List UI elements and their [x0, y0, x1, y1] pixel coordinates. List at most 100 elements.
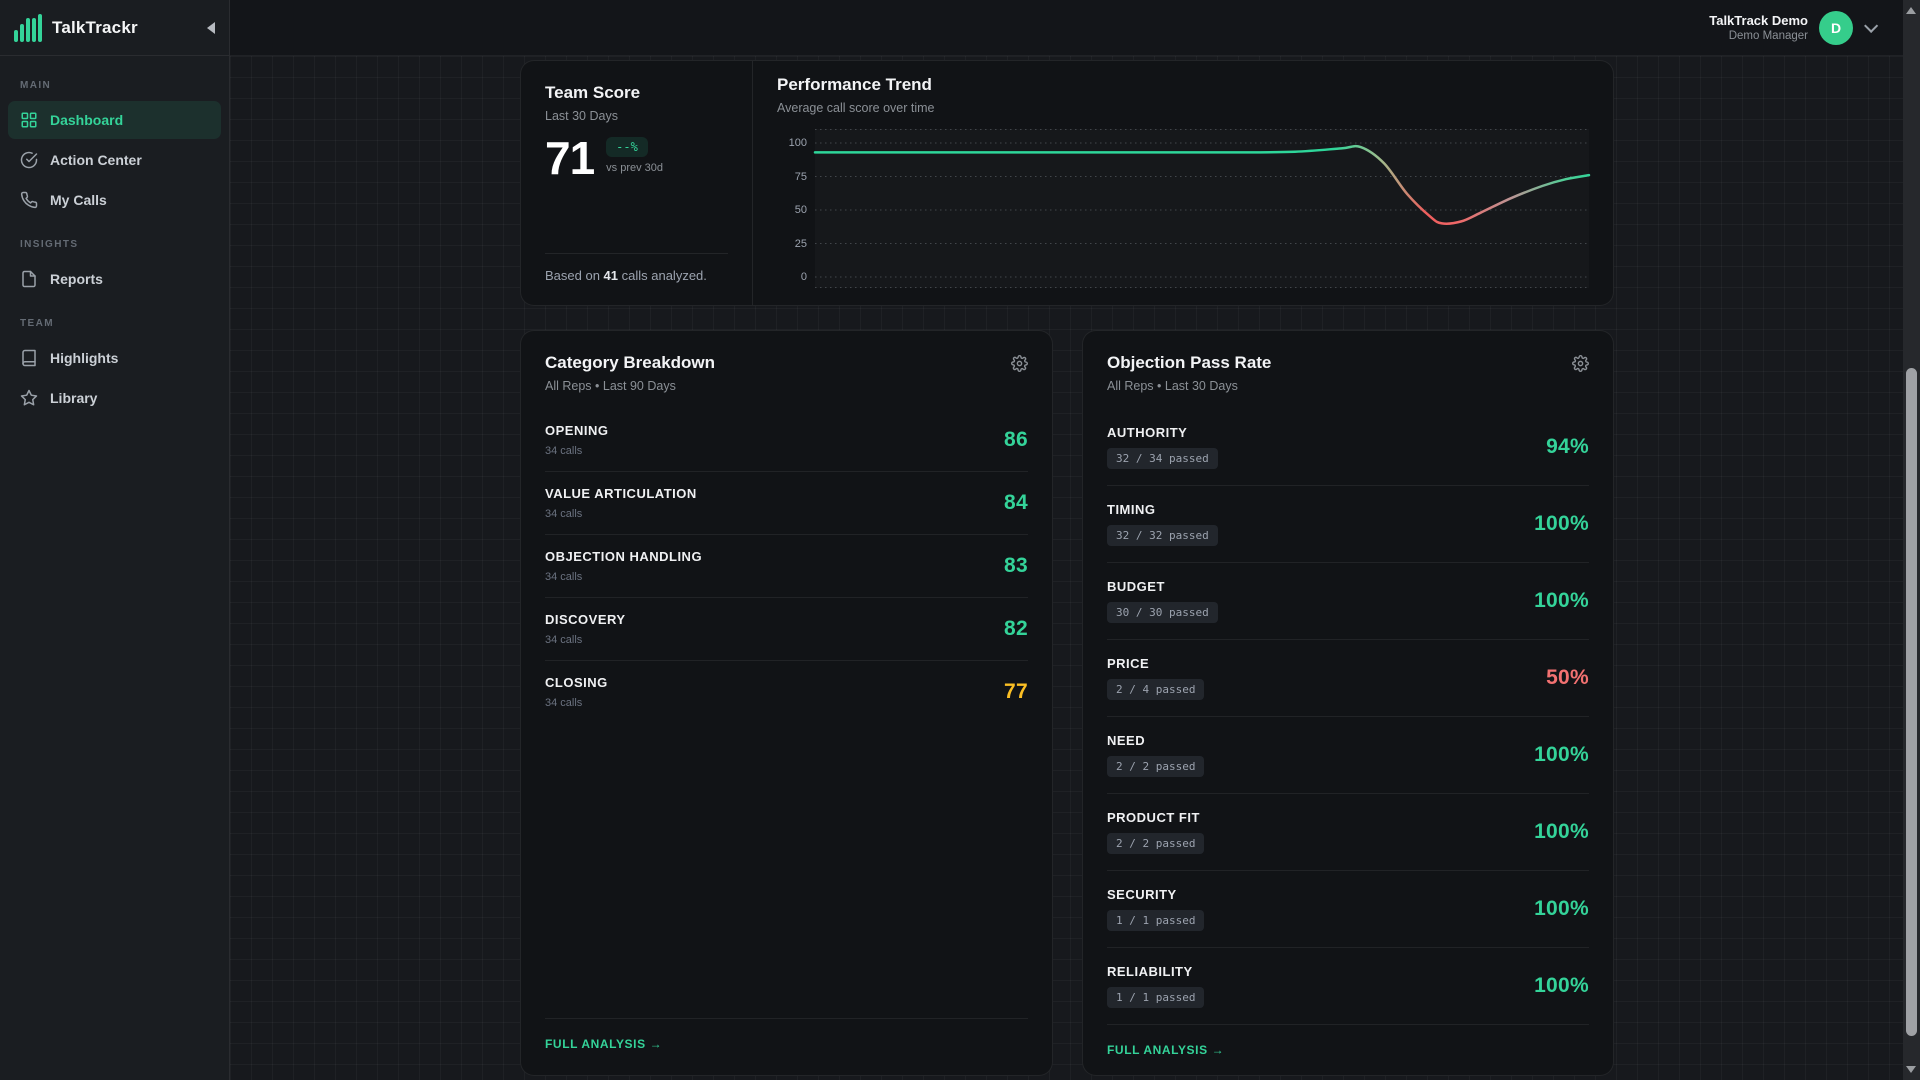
nav-section-insights: INSIGHTS — [0, 229, 229, 258]
objection-passed-badge: 1 / 1 passed — [1107, 987, 1204, 1008]
objection-passed-badge: 32 / 34 passed — [1107, 448, 1218, 469]
talktrackr-logo-icon — [14, 14, 42, 42]
user-name: TalkTrack Demo — [1709, 13, 1808, 29]
objection-label: RELIABILITY — [1107, 964, 1204, 979]
team-score-value: 71 — [545, 135, 594, 181]
category-label: VALUE ARTICULATION — [545, 486, 697, 501]
settings-gear-icon[interactable] — [1572, 355, 1589, 377]
delta-badge: --% — [606, 137, 648, 157]
objection-row: AUTHORITY 32 / 34 passed 94% — [1107, 409, 1589, 486]
category-score: 86 — [1004, 428, 1028, 452]
performance-trend-title: Performance Trend — [777, 75, 1589, 95]
sidebar-item-dashboard[interactable]: Dashboard — [8, 101, 221, 139]
sidebar: TalkTrackr MAIN Dashboard Action Center … — [0, 0, 230, 1080]
objection-passed-badge: 1 / 1 passed — [1107, 910, 1204, 931]
objection-passed-badge: 2 / 2 passed — [1107, 833, 1204, 854]
check-circle-icon — [20, 151, 38, 169]
objection-percentage: 100% — [1534, 512, 1589, 536]
objection-percentage: 100% — [1534, 897, 1589, 921]
objection-percentage: 100% — [1534, 589, 1589, 613]
objection-label: PRICE — [1107, 656, 1204, 671]
objection-row: BUDGET 30 / 30 passed 100% — [1107, 563, 1589, 640]
objection-row: PRODUCT FIT 2 / 2 passed 100% — [1107, 794, 1589, 871]
category-breakdown-card: Category Breakdown All Reps • Last 90 Da… — [520, 330, 1053, 1076]
avatar[interactable]: D — [1819, 11, 1853, 45]
scrollbar-up-icon[interactable] — [1906, 7, 1916, 14]
objection-label: NEED — [1107, 733, 1204, 748]
star-icon — [20, 389, 38, 407]
phone-icon — [20, 191, 38, 209]
topbar: TalkTrack Demo Demo Manager D — [230, 0, 1920, 56]
category-calls: 34 calls — [545, 697, 608, 709]
objection-percentage: 94% — [1546, 435, 1589, 459]
user-profile[interactable]: TalkTrack Demo Demo Manager D — [1709, 0, 1874, 56]
objection-row: NEED 2 / 2 passed 100% — [1107, 717, 1589, 794]
objection-pass-rate-card: Objection Pass Rate All Reps • Last 30 D… — [1082, 330, 1614, 1076]
objection-percentage: 100% — [1534, 820, 1589, 844]
objection-percentage: 100% — [1534, 743, 1589, 767]
objection-full-analysis-link[interactable]: FULL ANALYSIS → — [1107, 1043, 1224, 1057]
app-title: TalkTrackr — [52, 18, 138, 38]
chart-y-axis-labels: 1007550250 — [777, 129, 815, 288]
category-breakdown-subtitle: All Reps • Last 90 Days — [545, 379, 715, 393]
objection-passed-badge: 2 / 4 passed — [1107, 679, 1204, 700]
objection-label: AUTHORITY — [1107, 425, 1218, 440]
vertical-scrollbar[interactable] — [1903, 0, 1920, 1080]
objection-pass-rate-title: Objection Pass Rate — [1107, 353, 1271, 373]
sidebar-item-label: Highlights — [50, 350, 118, 366]
team-score-panel: Team Score Last 30 Days 71 --% vs prev 3… — [521, 61, 753, 305]
sidebar-item-highlights[interactable]: Highlights — [8, 339, 221, 377]
document-icon — [20, 270, 38, 288]
objection-passed-badge: 32 / 32 passed — [1107, 525, 1218, 546]
sidebar-item-library[interactable]: Library — [8, 379, 221, 417]
category-calls: 34 calls — [545, 445, 608, 457]
sidebar-item-action-center[interactable]: Action Center — [8, 141, 221, 179]
scrollbar-down-icon[interactable] — [1906, 1066, 1916, 1073]
category-score: 82 — [1004, 617, 1028, 641]
performance-trend-panel: Performance Trend Average call score ove… — [753, 61, 1613, 305]
category-label: DISCOVERY — [545, 612, 626, 627]
profile-text: TalkTrack Demo Demo Manager — [1709, 13, 1808, 44]
y-tick-label: 75 — [795, 171, 807, 183]
settings-gear-icon[interactable] — [1011, 355, 1028, 377]
performance-chart: 1007550250 — [777, 129, 1589, 288]
objection-percentage: 50% — [1546, 666, 1589, 690]
chevron-down-icon[interactable] — [1864, 19, 1878, 33]
objection-passed-badge: 30 / 30 passed — [1107, 602, 1218, 623]
team-score-subtitle: Last 30 Days — [545, 109, 728, 123]
delta-caption: vs prev 30d — [606, 162, 663, 174]
user-role: Demo Manager — [1709, 29, 1808, 43]
book-icon — [20, 349, 38, 367]
sidebar-item-label: Dashboard — [50, 112, 123, 128]
category-full-analysis-link[interactable]: FULL ANALYSIS → — [545, 1037, 662, 1051]
y-tick-label: 0 — [801, 271, 807, 283]
objection-label: TIMING — [1107, 502, 1218, 517]
category-score: 83 — [1004, 554, 1028, 578]
main-area: TalkTrack Demo Demo Manager D Team Score… — [230, 0, 1920, 1080]
chart-plot-area — [815, 129, 1589, 288]
scrollbar-thumb[interactable] — [1906, 368, 1917, 1036]
category-label: CLOSING — [545, 675, 608, 690]
category-calls: 34 calls — [545, 634, 626, 646]
category-score: 77 — [1004, 680, 1028, 704]
sidebar-item-reports[interactable]: Reports — [8, 260, 221, 298]
grid-icon — [20, 111, 38, 129]
sidebar-item-my-calls[interactable]: My Calls — [8, 181, 221, 219]
objection-percentage: 100% — [1534, 974, 1589, 998]
category-row: VALUE ARTICULATION 34 calls 84 — [545, 472, 1028, 535]
y-tick-label: 50 — [795, 204, 807, 216]
sidebar-item-label: Library — [50, 390, 97, 406]
objection-row: RELIABILITY 1 / 1 passed 100% — [1107, 948, 1589, 1024]
objection-passed-badge: 2 / 2 passed — [1107, 756, 1204, 777]
sidebar-collapse-icon[interactable] — [207, 22, 215, 34]
sidebar-item-label: Reports — [50, 271, 103, 287]
team-score-footnote: Based on 41 calls analyzed. — [545, 253, 728, 283]
y-tick-label: 25 — [795, 238, 807, 250]
sidebar-nav: MAIN Dashboard Action Center My Calls IN… — [0, 56, 229, 441]
score-trend-card: Team Score Last 30 Days 71 --% vs prev 3… — [520, 60, 1614, 306]
category-row: CLOSING 34 calls 77 — [545, 661, 1028, 723]
category-row: DISCOVERY 34 calls 82 — [545, 598, 1028, 661]
category-label: OBJECTION HANDLING — [545, 549, 702, 564]
category-calls: 34 calls — [545, 571, 702, 583]
category-calls: 34 calls — [545, 508, 697, 520]
